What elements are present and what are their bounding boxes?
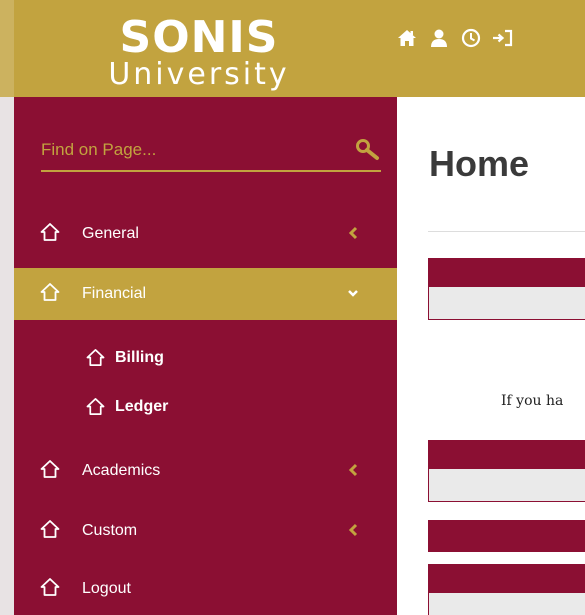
home-icon[interactable] xyxy=(396,27,418,49)
home-outline-icon xyxy=(40,459,60,479)
top-bar: SONIS University xyxy=(0,0,585,97)
clock-icon[interactable] xyxy=(460,27,482,49)
notice-text: If you ha xyxy=(501,393,564,409)
sidebar-item-label: Financial xyxy=(82,285,147,302)
user-icon[interactable] xyxy=(428,27,450,49)
content-panel xyxy=(428,440,585,502)
top-toolbar xyxy=(396,27,514,49)
panel-header xyxy=(429,441,585,469)
home-outline-icon xyxy=(40,282,60,302)
sidebar-subitem-billing[interactable]: Billing xyxy=(14,340,397,376)
university-logo[interactable]: SONIS University xyxy=(74,12,324,92)
chevron-left-icon xyxy=(347,463,359,477)
sidebar-item-logout[interactable]: Logout xyxy=(14,563,397,615)
sidebar-subitem-ledger[interactable]: Ledger xyxy=(14,389,397,425)
title-divider xyxy=(428,231,585,232)
content-panel xyxy=(428,258,585,320)
sidebar: General Financial Billing Ledger Academi… xyxy=(14,97,397,615)
chevron-left-icon xyxy=(347,226,359,240)
home-outline-icon xyxy=(40,519,60,539)
sidebar-subitem-label: Billing xyxy=(115,349,164,366)
panel-body xyxy=(429,593,585,615)
logo-sub-text: University xyxy=(108,57,290,92)
panel-header xyxy=(429,259,585,287)
sidebar-item-label: General xyxy=(82,225,139,242)
sidebar-item-general[interactable]: General xyxy=(14,208,397,260)
sidebar-item-financial[interactable]: Financial xyxy=(14,268,397,320)
sidebar-item-label: Academics xyxy=(82,462,161,479)
panel-header xyxy=(429,521,585,551)
home-outline-icon xyxy=(40,577,60,597)
search-icon[interactable] xyxy=(355,138,381,162)
home-outline-icon xyxy=(86,348,105,367)
find-on-page xyxy=(41,132,381,172)
sidebar-item-custom[interactable]: Custom xyxy=(14,505,397,557)
content-panel xyxy=(428,520,585,552)
top-bar-edge xyxy=(0,0,14,97)
panel-header xyxy=(429,565,585,593)
sidebar-item-academics[interactable]: Academics xyxy=(14,445,397,497)
panel-body xyxy=(429,469,585,501)
panel-body xyxy=(429,287,585,319)
logo-main-text: SONIS xyxy=(119,12,279,63)
home-outline-icon xyxy=(40,222,60,242)
sidebar-edge xyxy=(0,97,14,615)
content-panel xyxy=(428,564,585,615)
main-content: Home If you ha xyxy=(397,97,585,615)
chevron-left-icon xyxy=(347,523,359,537)
page-title: Home xyxy=(429,143,530,184)
chevron-down-icon xyxy=(347,286,359,300)
sidebar-item-label: Logout xyxy=(82,580,131,597)
logout-icon[interactable] xyxy=(492,27,514,49)
search-input[interactable] xyxy=(41,138,331,162)
home-outline-icon xyxy=(86,397,105,416)
sidebar-item-label: Custom xyxy=(82,522,138,539)
sidebar-subitem-label: Ledger xyxy=(115,398,169,415)
